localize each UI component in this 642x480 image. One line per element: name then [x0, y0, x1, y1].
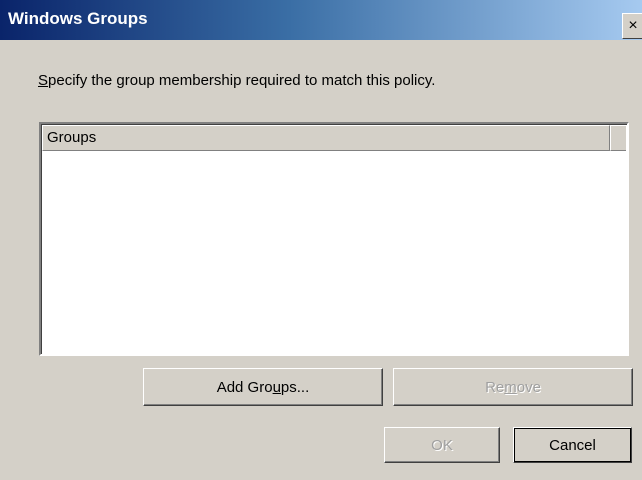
instruction-text: pecify the group membership required to …	[48, 72, 436, 89]
windows-groups-dialog: Windows Groups × Specify the group membe…	[0, 0, 642, 480]
column-header-groups[interactable]: Groups	[42, 125, 610, 151]
remove-button[interactable]: Re m ove	[393, 368, 633, 406]
column-header-filler	[610, 125, 626, 151]
dialog-title: Windows Groups	[8, 9, 148, 28]
add-groups-button[interactable]: Add Gro u ps...	[143, 368, 383, 406]
instruction-mnemonic: S	[38, 72, 49, 89]
ok-button[interactable]: OK	[384, 427, 500, 463]
remove-label-pre: Re	[485, 378, 505, 396]
groups-list[interactable]: Groups	[39, 122, 629, 356]
remove-label-post: ove	[516, 378, 541, 396]
add-groups-mnemonic: u	[272, 378, 281, 396]
title-bar[interactable]: Windows Groups ×	[0, 0, 642, 40]
instruction-label: Specify the group membership required to…	[38, 72, 435, 89]
cancel-button[interactable]: Cancel	[513, 427, 632, 463]
close-button[interactable]: ×	[622, 13, 642, 39]
add-groups-label-pre: Add Gro	[216, 378, 273, 396]
list-header: Groups	[42, 125, 626, 151]
add-groups-label-post: ps...	[280, 378, 310, 396]
close-icon: ×	[628, 17, 638, 34]
remove-mnemonic: m	[504, 378, 517, 396]
